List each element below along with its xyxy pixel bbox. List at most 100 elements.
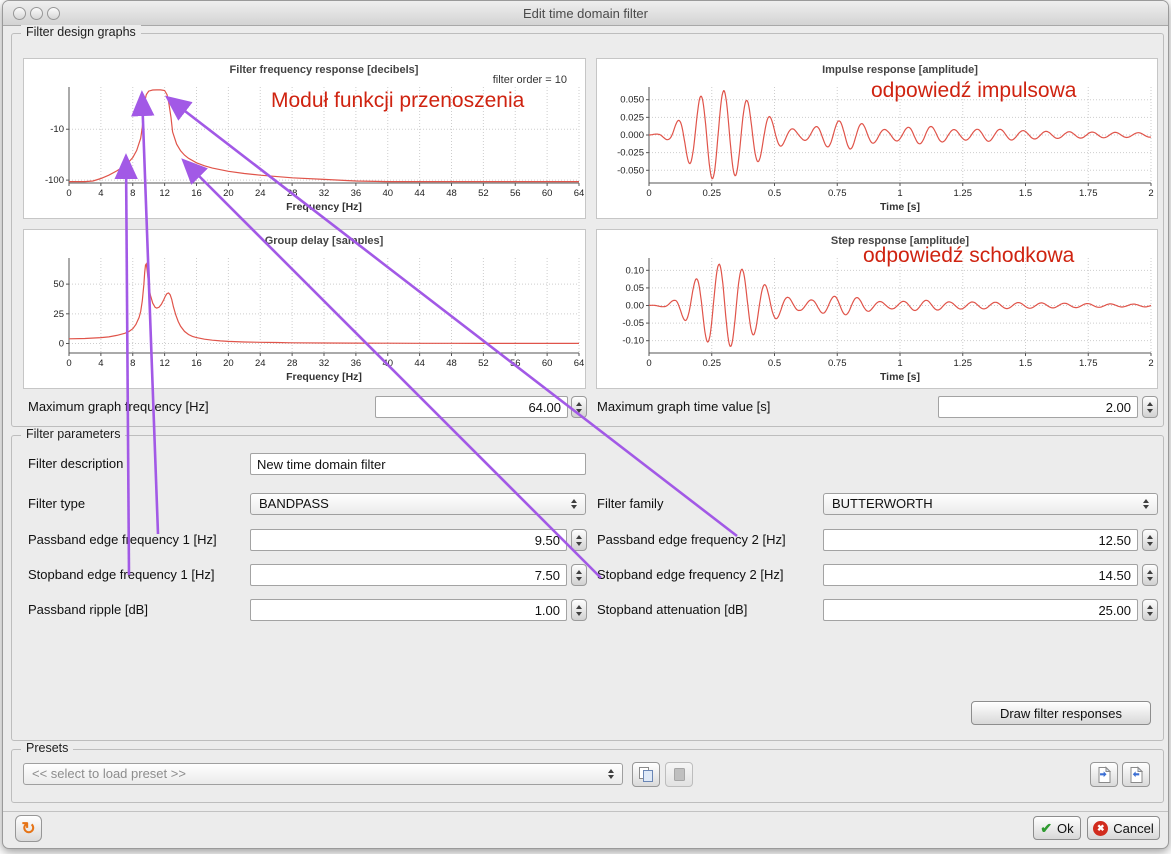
window-title: Edit time domain filter: [3, 6, 1168, 21]
svg-text:32: 32: [319, 358, 330, 369]
svg-text:44: 44: [414, 188, 425, 199]
svg-text:1.75: 1.75: [1079, 188, 1098, 199]
passband-edge-1-input[interactable]: [250, 529, 567, 551]
filter-family-select[interactable]: BUTTERWORTH: [823, 493, 1158, 515]
svg-text:-0.050: -0.050: [617, 165, 644, 176]
passband-ripple-stepper[interactable]: [571, 599, 587, 621]
passband-ripple-input[interactable]: [250, 599, 567, 621]
check-icon: ✔: [1040, 820, 1052, 837]
filter-description-input[interactable]: [250, 453, 586, 475]
svg-text:Time [s]: Time [s]: [880, 371, 920, 383]
preset-file-load-button[interactable]: [1090, 762, 1118, 787]
svg-text:0.000: 0.000: [620, 130, 644, 141]
max-graph-frequency-input[interactable]: [375, 396, 568, 418]
svg-text:-0.05: -0.05: [622, 318, 644, 329]
frequency-response-chart: 0481216202428323640444852566064-10-100Fi…: [23, 58, 586, 219]
svg-text:-0.025: -0.025: [617, 148, 644, 159]
svg-text:32: 32: [319, 188, 330, 199]
svg-text:1: 1: [897, 188, 902, 199]
copy-icon: [637, 766, 655, 784]
stepper-down-icon: [576, 409, 582, 413]
updown-arrows-icon: [604, 764, 618, 784]
max-graph-frequency-stepper[interactable]: [571, 396, 587, 418]
draw-filter-responses-button[interactable]: Draw filter responses: [971, 701, 1151, 725]
stopband-edge-1-input[interactable]: [250, 564, 567, 586]
svg-text:36: 36: [351, 188, 362, 199]
preset-select-value: << select to load preset >>: [32, 766, 186, 781]
stopband-attenuation-input[interactable]: [823, 599, 1138, 621]
refresh-button[interactable]: ↻: [15, 815, 42, 842]
filter-type-value: BANDPASS: [259, 496, 329, 511]
svg-text:1.75: 1.75: [1079, 358, 1098, 369]
passband-edge-1-label: Passband edge frequency 1 [Hz]: [28, 529, 217, 551]
preset-select[interactable]: << select to load preset >>: [23, 763, 623, 785]
svg-text:36: 36: [351, 358, 362, 369]
svg-text:0.75: 0.75: [828, 358, 847, 369]
svg-text:56: 56: [510, 188, 521, 199]
svg-text:0.05: 0.05: [626, 283, 645, 294]
svg-text:0.5: 0.5: [768, 188, 781, 199]
svg-text:0.00: 0.00: [626, 301, 645, 312]
stopband-attenuation-stepper[interactable]: [1142, 599, 1158, 621]
svg-text:28: 28: [287, 358, 298, 369]
filter-family-value: BUTTERWORTH: [832, 496, 933, 511]
passband-edge-2-label: Passband edge frequency 2 [Hz]: [597, 529, 786, 551]
svg-text:52: 52: [478, 188, 489, 199]
svg-text:56: 56: [510, 358, 521, 369]
max-graph-frequency-label: Maximum graph frequency [Hz]: [28, 396, 209, 418]
delete-preset-icon: [670, 766, 688, 784]
preset-file-save-button[interactable]: [1122, 762, 1150, 787]
stopband-edge-2-input[interactable]: [823, 564, 1138, 586]
max-graph-time-stepper[interactable]: [1142, 396, 1158, 418]
svg-text:0.025: 0.025: [620, 112, 644, 123]
svg-text:1.25: 1.25: [954, 188, 973, 199]
cancel-button[interactable]: ✖ Cancel: [1087, 816, 1160, 840]
passband-edge-1-stepper[interactable]: [571, 529, 587, 551]
svg-text:0.050: 0.050: [620, 95, 644, 106]
svg-text:64: 64: [574, 358, 585, 369]
ok-button[interactable]: ✔ Ok: [1033, 816, 1081, 840]
updown-arrows-icon: [567, 494, 581, 514]
svg-text:48: 48: [446, 188, 457, 199]
refresh-icon: ↻: [21, 820, 35, 837]
stopband-edge-1-stepper[interactable]: [571, 564, 587, 586]
svg-text:24: 24: [255, 358, 266, 369]
svg-text:-100: -100: [45, 175, 64, 186]
svg-text:60: 60: [542, 358, 553, 369]
svg-text:0: 0: [646, 358, 651, 369]
svg-text:16: 16: [191, 188, 202, 199]
svg-text:2: 2: [1148, 188, 1153, 199]
max-graph-time-input[interactable]: [938, 396, 1138, 418]
passband-ripple-label: Passband ripple [dB]: [28, 599, 148, 621]
svg-text:Group delay [samples]: Group delay [samples]: [265, 235, 384, 247]
svg-text:20: 20: [223, 188, 234, 199]
svg-text:1.5: 1.5: [1019, 188, 1032, 199]
svg-text:20: 20: [223, 358, 234, 369]
svg-text:1.5: 1.5: [1019, 358, 1032, 369]
svg-text:-0.10: -0.10: [622, 336, 644, 347]
edit-filter-dialog: Edit time domain filter Filter design gr…: [2, 0, 1169, 849]
svg-text:Impulse response [amplitude]: Impulse response [amplitude]: [822, 64, 978, 76]
svg-text:filter order = 10: filter order = 10: [493, 74, 567, 86]
svg-text:0.10: 0.10: [626, 265, 645, 276]
svg-text:40: 40: [382, 188, 393, 199]
passband-edge-2-input[interactable]: [823, 529, 1138, 551]
svg-text:16: 16: [191, 358, 202, 369]
preset-store-button[interactable]: [632, 762, 660, 787]
stepper-down-icon: [1147, 409, 1153, 413]
filter-design-graphs-label: Filter design graphs: [21, 25, 141, 39]
stopband-edge-2-stepper[interactable]: [1142, 564, 1158, 586]
passband-edge-2-stepper[interactable]: [1142, 529, 1158, 551]
svg-text:64: 64: [574, 188, 585, 199]
stopband-edge-2-label: Stopband edge frequency 2 [Hz]: [597, 564, 783, 586]
preset-delete-button[interactable]: [665, 762, 693, 787]
filter-type-select[interactable]: BANDPASS: [250, 493, 586, 515]
stopband-attenuation-label: Stopband attenuation [dB]: [597, 599, 747, 621]
stepper-up-icon: [1147, 402, 1153, 406]
svg-text:-10: -10: [50, 124, 64, 135]
svg-text:Frequency [Hz]: Frequency [Hz]: [286, 201, 362, 213]
svg-text:0.5: 0.5: [768, 358, 781, 369]
group-delay-chart: 048121620242832364044485256606402550Grou…: [23, 229, 586, 389]
impulse-response-annotation: odpowiedź impulsowa: [871, 79, 1076, 103]
svg-text:4: 4: [98, 188, 103, 199]
